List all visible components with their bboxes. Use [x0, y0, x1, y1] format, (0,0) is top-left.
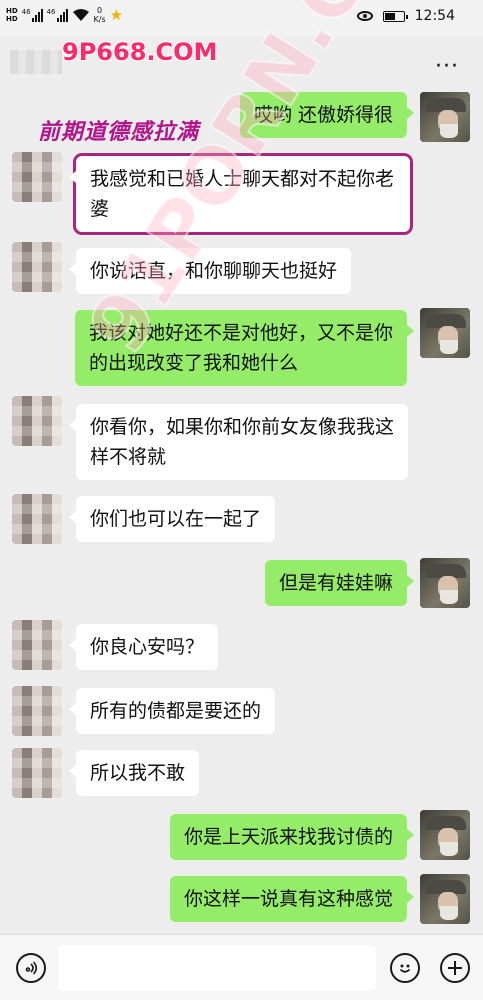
voice-icon[interactable]: [16, 953, 46, 983]
outgoing-message[interactable]: 哎哟 还傲娇得很: [239, 92, 415, 138]
incoming-message[interactable]: 你看你，如果你和你前女友像我我这样不将就: [69, 404, 408, 480]
emoji-icon[interactable]: [390, 953, 420, 983]
speed-value: 0: [97, 6, 103, 15]
network-type-2: 46: [46, 8, 56, 16]
message-input[interactable]: [58, 945, 376, 991]
chat-header: 9P668.COM ···: [0, 36, 483, 92]
incoming-message[interactable]: 我感觉和已婚人士聊天都对不起你老婆: [69, 153, 413, 235]
outgoing-message[interactable]: 但是有娃娃嘛: [264, 560, 415, 606]
overlay-caption: 前期道德感拉满: [38, 120, 200, 145]
network-speed: 0 K/s: [94, 6, 106, 24]
outgoing-message[interactable]: 你是上天派来找我讨债的: [169, 814, 415, 860]
contact-avatar[interactable]: [12, 242, 62, 292]
signal-icon: [31, 8, 43, 22]
incoming-message[interactable]: 你说话直，和你聊聊天也挺好: [68, 248, 352, 294]
wifi-icon: [72, 9, 89, 21]
status-bar: HD HD 46 46 0 K/s ★ 12:54: [0, 0, 483, 36]
incoming-message[interactable]: 你们也可以在一起了: [68, 496, 276, 542]
signal-icon: [56, 8, 68, 22]
watermark-text: 9P668.COM: [62, 38, 218, 66]
self-avatar[interactable]: [420, 308, 470, 358]
eye-icon: [356, 11, 373, 21]
network-type-1: 46: [21, 8, 31, 16]
more-options-button[interactable]: ···: [435, 54, 459, 79]
contact-avatar[interactable]: [12, 396, 62, 446]
hd-indicator: HD HD: [6, 7, 18, 23]
self-avatar[interactable]: [420, 874, 470, 924]
star-icon: ★: [109, 6, 124, 24]
plus-icon[interactable]: [440, 953, 470, 983]
self-avatar[interactable]: [420, 810, 470, 860]
contact-avatar[interactable]: [12, 620, 62, 670]
battery-icon: [382, 10, 408, 22]
contact-avatar[interactable]: [12, 494, 62, 544]
outgoing-message[interactable]: 你这样一说真有这种感觉: [169, 876, 415, 922]
contact-avatar[interactable]: [12, 152, 62, 202]
clock: 12:54: [414, 8, 455, 24]
incoming-message[interactable]: 所有的债都是要还的: [68, 688, 276, 734]
hd-label-2: HD: [6, 15, 18, 23]
contact-avatar[interactable]: [12, 748, 62, 798]
self-avatar[interactable]: [420, 92, 470, 142]
incoming-message[interactable]: 所以我不敢: [68, 750, 200, 796]
incoming-message[interactable]: 你良心安吗？: [68, 624, 219, 670]
input-bar: [0, 934, 483, 1000]
speed-unit: K/s: [93, 15, 106, 24]
outgoing-message[interactable]: 我该对她好还不是对他好，又不是你的出现改变了我和她什么: [75, 310, 414, 386]
contact-avatar[interactable]: [12, 686, 62, 736]
contact-name-blurred: [10, 50, 62, 74]
self-avatar[interactable]: [420, 558, 470, 608]
hd-label-1: HD: [6, 7, 18, 15]
